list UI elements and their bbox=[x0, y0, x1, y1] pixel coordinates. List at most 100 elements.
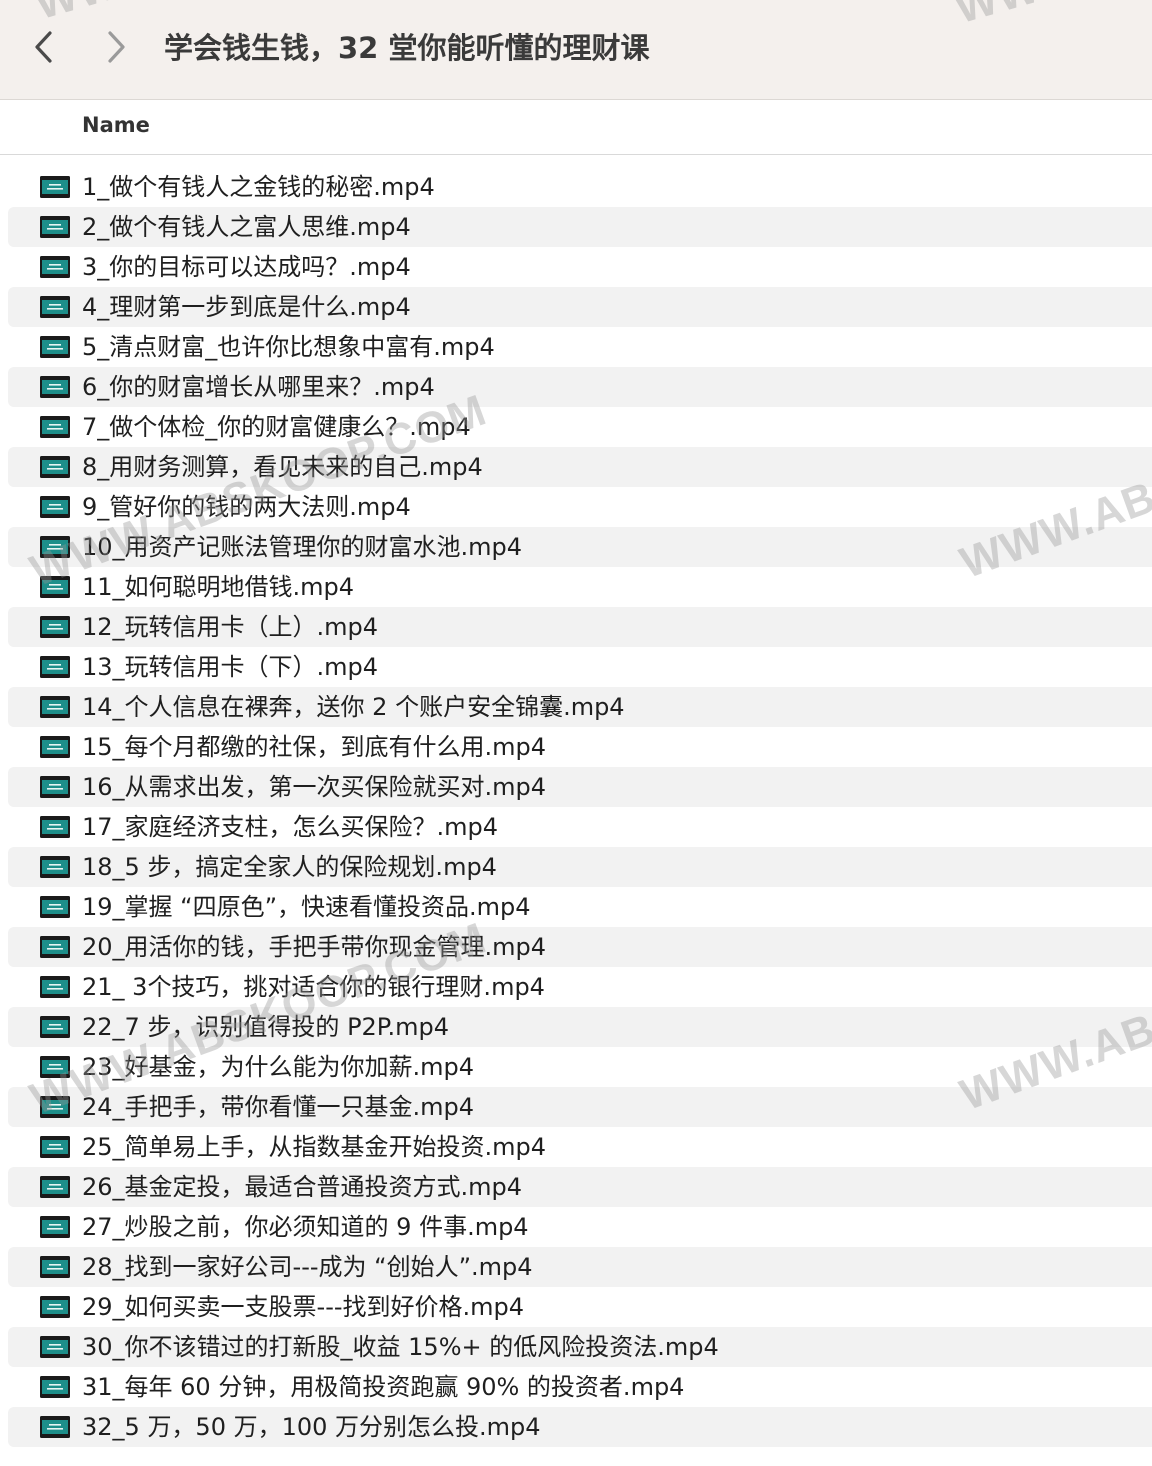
chevron-left-icon bbox=[35, 31, 52, 63]
file-name: 28_找到一家好公司---成为 “创始人”.mp4 bbox=[82, 1253, 533, 1281]
file-row[interactable]: 15_每个月都缴的社保，到底有什么用.mp4 bbox=[8, 727, 1152, 767]
file-name: 8_用财务测算，看见未来的自己.mp4 bbox=[82, 453, 483, 481]
column-header-bar: Name bbox=[0, 100, 1152, 155]
video-file-icon bbox=[40, 576, 70, 598]
file-row[interactable]: 23_好基金，为什么能为你加薪.mp4 bbox=[8, 1047, 1152, 1087]
video-file-icon bbox=[40, 856, 70, 878]
file-name: 5_清点财富_也许你比想象中富有.mp4 bbox=[82, 333, 495, 361]
video-file-icon bbox=[40, 1136, 70, 1158]
video-file-icon bbox=[40, 1016, 70, 1038]
file-name: 24_手把手，带你看懂一只基金.mp4 bbox=[82, 1093, 475, 1121]
file-row[interactable]: 13_玩转信用卡（下）.mp4 bbox=[8, 647, 1152, 687]
file-row[interactable]: 12_玩转信用卡（上）.mp4 bbox=[8, 607, 1152, 647]
file-row[interactable]: 21_ 3个技巧，挑对适合你的银行理财.mp4 bbox=[8, 967, 1152, 1007]
file-name: 20_用活你的钱，手把手带你现金管理.mp4 bbox=[82, 933, 547, 961]
video-file-icon bbox=[40, 1416, 70, 1438]
video-file-icon bbox=[40, 456, 70, 478]
video-file-icon bbox=[40, 1336, 70, 1358]
file-row[interactable]: 22_7 步，识别值得投的 P2P.mp4 bbox=[8, 1007, 1152, 1047]
video-file-icon bbox=[40, 896, 70, 918]
video-file-icon bbox=[40, 1216, 70, 1238]
file-list: 1_做个有钱人之金钱的秘密.mp4 2_做个有钱人之富人思维.mp4 3_你的目标可… bbox=[8, 167, 1152, 1447]
file-row[interactable]: 18_5 步，搞定全家人的保险规划.mp4 bbox=[8, 847, 1152, 887]
file-name: 6_你的财富增长从哪里来？.mp4 bbox=[82, 373, 435, 401]
video-file-icon bbox=[40, 1296, 70, 1318]
video-file-icon bbox=[40, 416, 70, 438]
video-file-icon bbox=[40, 1096, 70, 1118]
file-name: 17_家庭经济支柱，怎么买保险？.mp4 bbox=[82, 813, 499, 841]
video-file-icon bbox=[40, 696, 70, 718]
video-file-icon bbox=[40, 376, 70, 398]
file-row[interactable]: 9_管好你的钱的两大法则.mp4 bbox=[8, 487, 1152, 527]
file-name: 15_每个月都缴的社保，到底有什么用.mp4 bbox=[82, 733, 547, 761]
file-name: 18_5 步，搞定全家人的保险规划.mp4 bbox=[82, 853, 497, 881]
file-row[interactable]: 11_如何聪明地借钱.mp4 bbox=[8, 567, 1152, 607]
file-row[interactable]: 5_清点财富_也许你比想象中富有.mp4 bbox=[8, 327, 1152, 367]
file-row[interactable]: 30_你不该错过的打新股_收益 15%+ 的低风险投资法.mp4 bbox=[8, 1327, 1152, 1367]
file-row[interactable]: 26_基金定投，最适合普通投资方式.mp4 bbox=[8, 1167, 1152, 1207]
file-name: 32_5 万，50 万，100 万分别怎么投.mp4 bbox=[82, 1413, 541, 1441]
video-file-icon bbox=[40, 1376, 70, 1398]
file-name: 31_每年 60 分钟，用极简投资跑赢 90% 的投资者.mp4 bbox=[82, 1373, 685, 1401]
file-name: 27_炒股之前，你必须知道的 9 件事.mp4 bbox=[82, 1213, 529, 1241]
file-row[interactable]: 4_理财第一步到底是什么.mp4 bbox=[8, 287, 1152, 327]
file-row[interactable]: 8_用财务测算，看见未来的自己.mp4 bbox=[8, 447, 1152, 487]
file-row[interactable]: 25_简单易上手，从指数基金开始投资.mp4 bbox=[8, 1127, 1152, 1167]
file-row[interactable]: 32_5 万，50 万，100 万分别怎么投.mp4 bbox=[8, 1407, 1152, 1447]
video-file-icon bbox=[40, 256, 70, 278]
file-name: 11_如何聪明地借钱.mp4 bbox=[82, 573, 355, 601]
file-name: 2_做个有钱人之富人思维.mp4 bbox=[82, 213, 411, 241]
video-file-icon bbox=[40, 536, 70, 558]
video-file-icon bbox=[40, 1176, 70, 1198]
file-name: 21_ 3个技巧，挑对适合你的银行理财.mp4 bbox=[82, 973, 545, 1001]
name-column-header[interactable]: Name bbox=[82, 113, 150, 137]
file-name: 19_掌握 “四原色”，快速看懂投资品.mp4 bbox=[82, 893, 531, 921]
file-row[interactable]: 10_用资产记账法管理你的财富水池.mp4 bbox=[8, 527, 1152, 567]
file-row[interactable]: 6_你的财富增长从哪里来？.mp4 bbox=[8, 367, 1152, 407]
video-file-icon bbox=[40, 616, 70, 638]
file-row[interactable]: 7_做个体检_你的财富健康么？.mp4 bbox=[8, 407, 1152, 447]
video-file-icon bbox=[40, 936, 70, 958]
video-file-icon bbox=[40, 816, 70, 838]
file-row[interactable]: 14_个人信息在裸奔，送你 2 个账户安全锦囊.mp4 bbox=[8, 687, 1152, 727]
file-row[interactable]: 16_从需求出发，第一次买保险就买对.mp4 bbox=[8, 767, 1152, 807]
file-row[interactable]: 29_如何买卖一支股票---找到好价格.mp4 bbox=[8, 1287, 1152, 1327]
file-name: 16_从需求出发，第一次买保险就买对.mp4 bbox=[82, 773, 547, 801]
file-row[interactable]: 19_掌握 “四原色”，快速看懂投资品.mp4 bbox=[8, 887, 1152, 927]
file-row[interactable]: 17_家庭经济支柱，怎么买保险？.mp4 bbox=[8, 807, 1152, 847]
video-file-icon bbox=[40, 336, 70, 358]
file-row[interactable]: 2_做个有钱人之富人思维.mp4 bbox=[8, 207, 1152, 247]
file-row[interactable]: 20_用活你的钱，手把手带你现金管理.mp4 bbox=[8, 927, 1152, 967]
video-file-icon bbox=[40, 496, 70, 518]
video-file-icon bbox=[40, 736, 70, 758]
chevron-right-icon bbox=[108, 31, 125, 63]
video-file-icon bbox=[40, 216, 70, 238]
file-name: 23_好基金，为什么能为你加薪.mp4 bbox=[82, 1053, 475, 1081]
window-title: 学会钱生钱，32 堂你能听懂的理财课 bbox=[164, 31, 650, 65]
video-file-icon bbox=[40, 1056, 70, 1078]
file-row[interactable]: 1_做个有钱人之金钱的秘密.mp4 bbox=[8, 167, 1152, 207]
file-row[interactable]: 3_你的目标可以达成吗？.mp4 bbox=[8, 247, 1152, 287]
file-name: 14_个人信息在裸奔，送你 2 个账户安全锦囊.mp4 bbox=[82, 693, 625, 721]
video-file-icon bbox=[40, 1256, 70, 1278]
forward-button[interactable] bbox=[96, 22, 136, 72]
file-name: 10_用资产记账法管理你的财富水池.mp4 bbox=[82, 533, 523, 561]
file-name: 13_玩转信用卡（下）.mp4 bbox=[82, 653, 379, 681]
video-file-icon bbox=[40, 656, 70, 678]
file-row[interactable]: 24_手把手，带你看懂一只基金.mp4 bbox=[8, 1087, 1152, 1127]
file-name: 26_基金定投，最适合普通投资方式.mp4 bbox=[82, 1173, 523, 1201]
file-name: 9_管好你的钱的两大法则.mp4 bbox=[82, 493, 411, 521]
file-row[interactable]: 28_找到一家好公司---成为 “创始人”.mp4 bbox=[8, 1247, 1152, 1287]
video-file-icon bbox=[40, 296, 70, 318]
file-row[interactable]: 31_每年 60 分钟，用极简投资跑赢 90% 的投资者.mp4 bbox=[8, 1367, 1152, 1407]
file-name: 1_做个有钱人之金钱的秘密.mp4 bbox=[82, 173, 435, 201]
back-button[interactable] bbox=[24, 22, 64, 72]
file-name: 4_理财第一步到底是什么.mp4 bbox=[82, 293, 411, 321]
window-titlebar: 学会钱生钱，32 堂你能听懂的理财课 bbox=[0, 0, 1152, 100]
file-name: 22_7 步，识别值得投的 P2P.mp4 bbox=[82, 1013, 450, 1041]
video-file-icon bbox=[40, 176, 70, 198]
file-name: 25_简单易上手，从指数基金开始投资.mp4 bbox=[82, 1133, 547, 1161]
file-name: 29_如何买卖一支股票---找到好价格.mp4 bbox=[82, 1293, 525, 1321]
file-row[interactable]: 27_炒股之前，你必须知道的 9 件事.mp4 bbox=[8, 1207, 1152, 1247]
file-name: 12_玩转信用卡（上）.mp4 bbox=[82, 613, 379, 641]
